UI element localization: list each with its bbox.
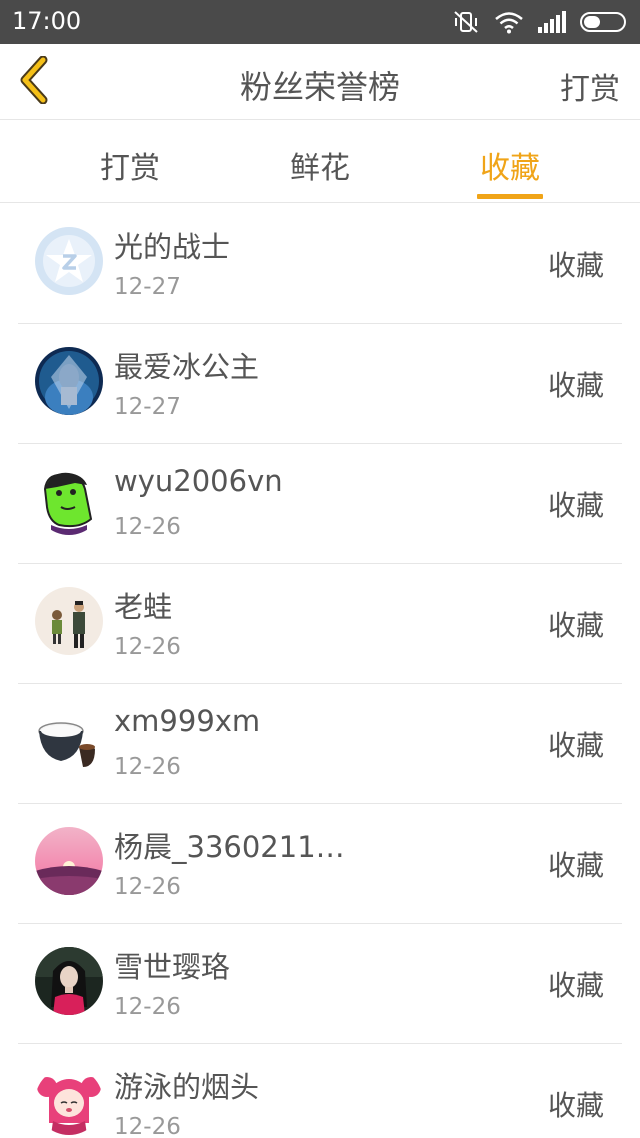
entry-date: 12-26 bbox=[114, 514, 181, 540]
tab-label: 鲜花 bbox=[290, 151, 350, 186]
tab-label: 收藏 bbox=[480, 151, 540, 186]
signal-icon bbox=[538, 11, 566, 33]
list-item[interactable]: 老蛙 12-26 收藏 bbox=[18, 564, 622, 684]
fan-list: 光的战士 12-27 收藏 最爱冰公主 12-27 收藏 wyu2006vn 1… bbox=[0, 204, 640, 1138]
user-name: 老蛙 bbox=[114, 590, 173, 624]
list-item[interactable]: 光的战士 12-27 收藏 bbox=[18, 204, 622, 324]
girl-photo-avatar bbox=[35, 947, 103, 1015]
list-item[interactable]: 游泳的烟头 12-26 收藏 bbox=[18, 1044, 622, 1138]
avatar bbox=[35, 947, 103, 1015]
entry-action: 收藏 bbox=[547, 849, 604, 882]
rice-bowl-avatar bbox=[35, 707, 103, 775]
avatar bbox=[35, 467, 103, 535]
reward-button[interactable]: 打赏 bbox=[560, 64, 620, 108]
tab-favorites[interactable]: 收藏 bbox=[440, 121, 580, 203]
entry-date: 12-26 bbox=[114, 994, 181, 1020]
list-item[interactable]: wyu2006vn 12-26 收藏 bbox=[18, 444, 622, 564]
avatar bbox=[35, 347, 103, 415]
status-icons bbox=[452, 9, 628, 35]
battery-icon bbox=[580, 11, 628, 33]
avatar bbox=[35, 587, 103, 655]
sunset-field-avatar bbox=[35, 827, 103, 895]
avatar bbox=[35, 827, 103, 895]
avatar bbox=[35, 707, 103, 775]
list-item[interactable]: 雪世璎珞 12-26 收藏 bbox=[18, 924, 622, 1044]
list-item[interactable]: 杨晨_3360211… 12-26 收藏 bbox=[18, 804, 622, 924]
mute-vibrate-icon bbox=[452, 10, 480, 34]
entry-date: 12-26 bbox=[114, 754, 181, 780]
green-cartoon-avatar bbox=[35, 467, 103, 535]
avatar bbox=[35, 227, 103, 295]
user-name: 光的战士 bbox=[114, 230, 231, 264]
tab-bar: 打赏 鲜花 收藏 bbox=[0, 121, 640, 203]
ice-princess-avatar bbox=[35, 347, 103, 415]
entry-date: 12-26 bbox=[114, 634, 181, 660]
entry-action: 收藏 bbox=[547, 609, 604, 642]
entry-action: 收藏 bbox=[547, 969, 604, 1002]
entry-date: 12-26 bbox=[114, 1114, 181, 1138]
status-bar: 17:00 bbox=[0, 0, 640, 44]
entry-action: 收藏 bbox=[547, 729, 604, 762]
entry-action: 收藏 bbox=[547, 249, 604, 282]
entry-date: 12-27 bbox=[114, 274, 181, 300]
tab-label: 打赏 bbox=[100, 151, 160, 186]
entry-date: 12-26 bbox=[114, 874, 181, 900]
couple-illustration-avatar bbox=[35, 587, 103, 655]
user-name: 游泳的烟头 bbox=[114, 1070, 260, 1104]
entry-date: 12-27 bbox=[114, 394, 181, 420]
default-star-avatar bbox=[35, 227, 103, 295]
entry-action: 收藏 bbox=[547, 1089, 604, 1122]
user-name: xm999xm bbox=[114, 704, 261, 738]
entry-action: 收藏 bbox=[547, 489, 604, 522]
page-title: 粉丝荣誉榜 bbox=[239, 68, 400, 106]
wifi-icon bbox=[494, 10, 524, 34]
user-name: wyu2006vn bbox=[114, 464, 283, 498]
user-name: 最爱冰公主 bbox=[114, 350, 260, 384]
list-item[interactable]: xm999xm 12-26 收藏 bbox=[18, 684, 622, 804]
active-tab-indicator bbox=[477, 194, 543, 199]
user-name: 杨晨_3360211… bbox=[114, 830, 345, 864]
avatar bbox=[35, 1067, 103, 1135]
entry-action: 收藏 bbox=[547, 369, 604, 402]
nav-bar: 粉丝荣誉榜 打赏 bbox=[0, 44, 640, 120]
list-item[interactable]: 最爱冰公主 12-27 收藏 bbox=[18, 324, 622, 444]
user-name: 雪世璎珞 bbox=[114, 950, 231, 984]
tab-flowers[interactable]: 鲜花 bbox=[250, 121, 390, 203]
pink-anime-avatar bbox=[35, 1067, 103, 1135]
tab-reward[interactable]: 打赏 bbox=[60, 121, 200, 203]
status-time: 17:00 bbox=[12, 7, 82, 35]
